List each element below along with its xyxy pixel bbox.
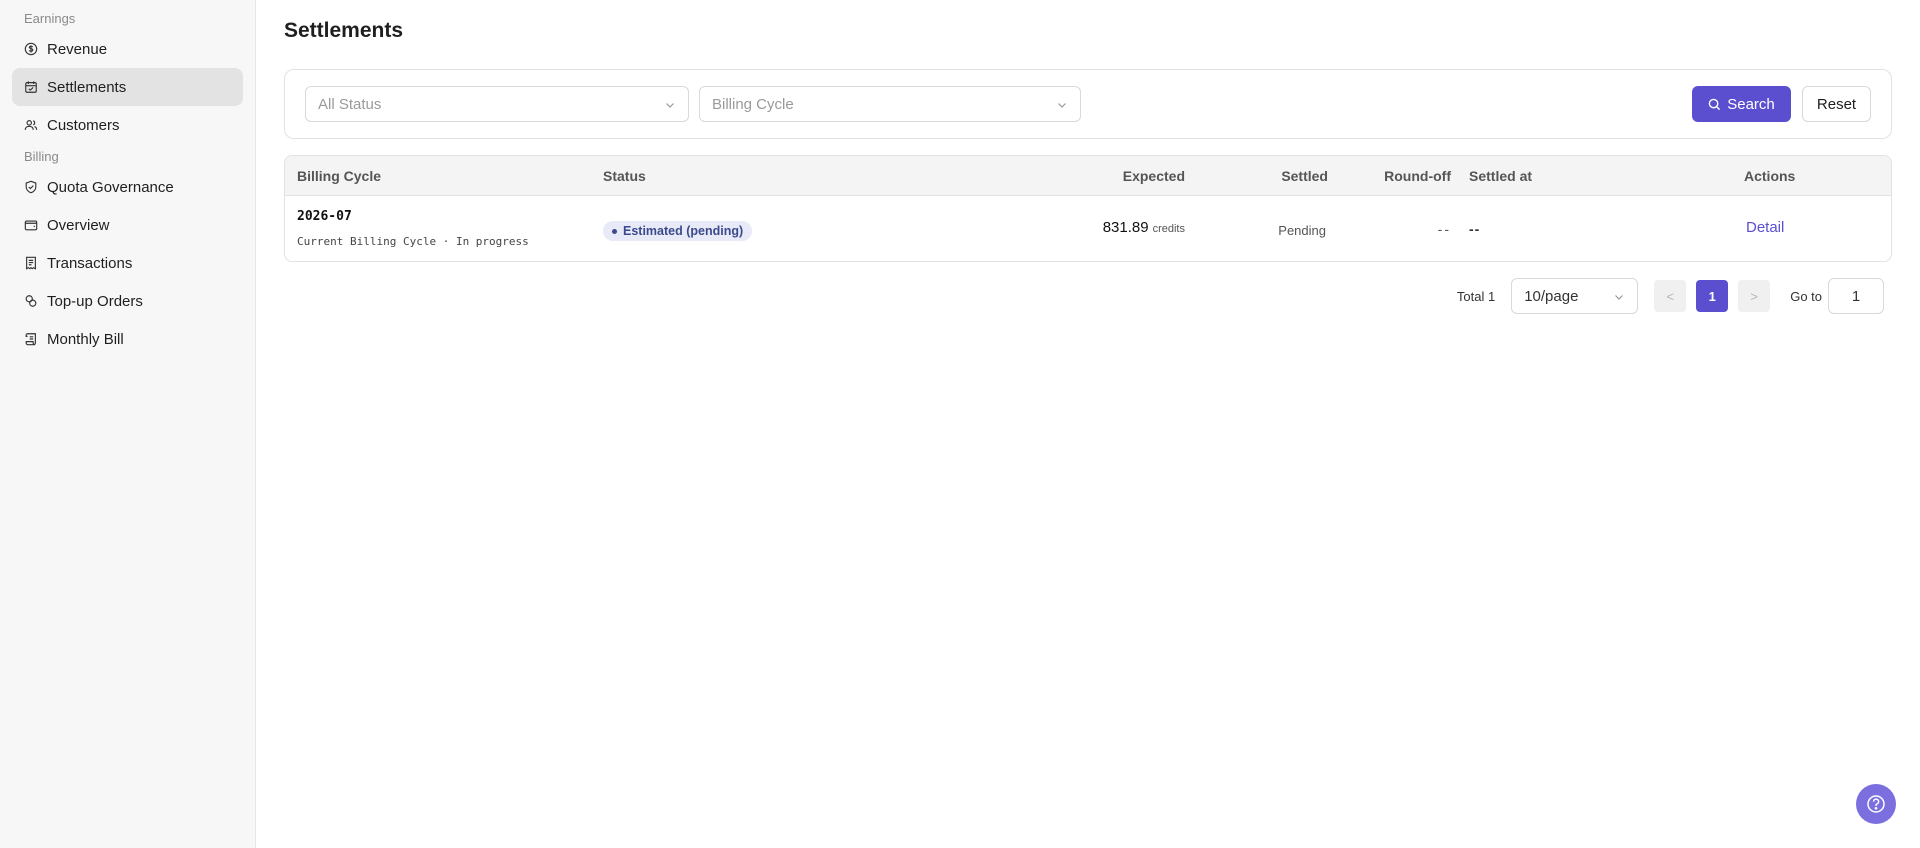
scroll-icon	[24, 332, 38, 346]
billing-cycle-select[interactable]: Billing Cycle	[699, 86, 1081, 122]
search-icon	[1708, 98, 1721, 111]
pagination: Total 1 10/page < 1 > Go to 1	[1457, 278, 1884, 314]
column-header-actions: Actions	[1744, 168, 1796, 184]
column-header-settled: Settled	[1281, 168, 1328, 184]
page-title: Settlements	[284, 19, 404, 42]
calendar-check-icon	[24, 80, 38, 94]
shield-check-icon	[24, 180, 38, 194]
expected-value: 831.89	[1102, 219, 1149, 236]
expected-unit: credits	[1152, 223, 1185, 235]
prev-page-button[interactable]: <	[1654, 280, 1687, 312]
column-header-billing-cycle: Billing Cycle	[297, 168, 382, 184]
receipt-icon	[24, 256, 38, 270]
chevron-down-icon	[664, 98, 676, 110]
table-row: 2026-07 Current Billing Cycle · In progr…	[285, 196, 1891, 261]
sidebar-item-monthly-bill[interactable]: Monthly Bill	[12, 320, 243, 358]
pagination-total: Total 1	[1456, 288, 1496, 304]
chevron-down-icon	[1613, 290, 1625, 302]
page-size-value: 10/page	[1524, 287, 1579, 305]
help-icon	[1867, 795, 1885, 813]
column-header-settled-at: Settled at	[1469, 168, 1533, 184]
settled-at-value: --	[1469, 221, 1481, 237]
billing-cycle-value: 2026-07	[297, 209, 352, 224]
coins-icon	[24, 294, 38, 308]
sidebar: Earnings Revenue Settlements Customers B…	[0, 0, 256, 848]
sidebar-item-transactions[interactable]: Transactions	[12, 244, 243, 282]
sidebar-item-label: Transactions	[47, 254, 133, 272]
goto-page-input[interactable]: 1	[1828, 278, 1884, 314]
section-label-billing: Billing	[24, 149, 59, 164]
status-select-placeholder: All Status	[318, 95, 382, 113]
status-badge: Estimated (pending)	[603, 221, 753, 241]
wallet-icon	[24, 218, 38, 232]
settled-value: Pending	[1278, 223, 1326, 238]
help-button[interactable]	[1856, 784, 1896, 824]
page-1-button[interactable]: 1	[1696, 280, 1729, 312]
dollar-circle-icon	[24, 42, 38, 56]
sidebar-item-top-up-orders[interactable]: Top-up Orders	[12, 282, 243, 320]
reset-button[interactable]: Reset	[1802, 86, 1871, 122]
billing-cycle-placeholder: Billing Cycle	[712, 95, 794, 113]
main-content: Settlements All Status Billing Cycle Sea…	[256, 0, 1920, 848]
users-icon	[24, 118, 38, 132]
settlements-table: Billing Cycle Status Expected Settled Ro…	[284, 155, 1892, 262]
sidebar-item-overview[interactable]: Overview	[12, 206, 243, 244]
table-header: Billing Cycle Status Expected Settled Ro…	[285, 156, 1891, 196]
sidebar-item-quota-governance[interactable]: Quota Governance	[12, 168, 243, 206]
page-size-select[interactable]: 10/page	[1511, 278, 1639, 314]
filter-bar: All Status Billing Cycle Search Reset	[284, 69, 1892, 139]
column-header-status: Status	[603, 168, 646, 184]
next-page-button[interactable]: >	[1738, 280, 1771, 312]
status-dot-icon	[612, 228, 617, 234]
status-select[interactable]: All Status	[305, 86, 689, 122]
billing-cycle-subtitle: Current Billing Cycle · In progress	[297, 235, 529, 248]
column-header-expected: Expected	[1122, 168, 1185, 184]
round-off-value: --	[1437, 221, 1451, 237]
sidebar-item-customers[interactable]: Customers	[12, 106, 243, 144]
section-label-earnings: Earnings	[24, 11, 76, 26]
sidebar-item-label: Overview	[47, 216, 110, 234]
sidebar-item-label: Quota Governance	[47, 178, 174, 196]
search-button[interactable]: Search	[1692, 86, 1791, 122]
column-header-round-off: Round-off	[1384, 168, 1451, 184]
status-badge-label: Estimated (pending)	[623, 224, 744, 238]
detail-link[interactable]: Detail	[1746, 219, 1784, 236]
sidebar-item-label: Monthly Bill	[47, 330, 124, 348]
sidebar-item-revenue[interactable]: Revenue	[12, 30, 243, 68]
search-button-label: Search	[1727, 95, 1775, 113]
goto-label: Go to	[1790, 288, 1822, 304]
chevron-down-icon	[1056, 98, 1068, 110]
sidebar-item-label: Settlements	[47, 78, 127, 96]
sidebar-item-label: Revenue	[47, 40, 108, 58]
expected-amount: 831.89 credits	[1103, 219, 1185, 236]
sidebar-item-label: Customers	[47, 116, 120, 134]
sidebar-item-label: Top-up Orders	[47, 292, 143, 310]
sidebar-item-settlements[interactable]: Settlements	[12, 68, 243, 106]
